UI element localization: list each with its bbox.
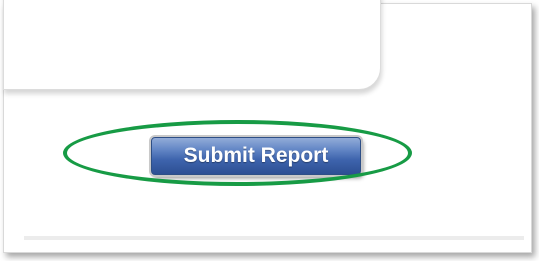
form-frame (3, 0, 532, 253)
submit-report-button[interactable]: Submit Report (151, 137, 361, 175)
content-panel (3, 0, 381, 90)
footer-divider (24, 236, 524, 240)
